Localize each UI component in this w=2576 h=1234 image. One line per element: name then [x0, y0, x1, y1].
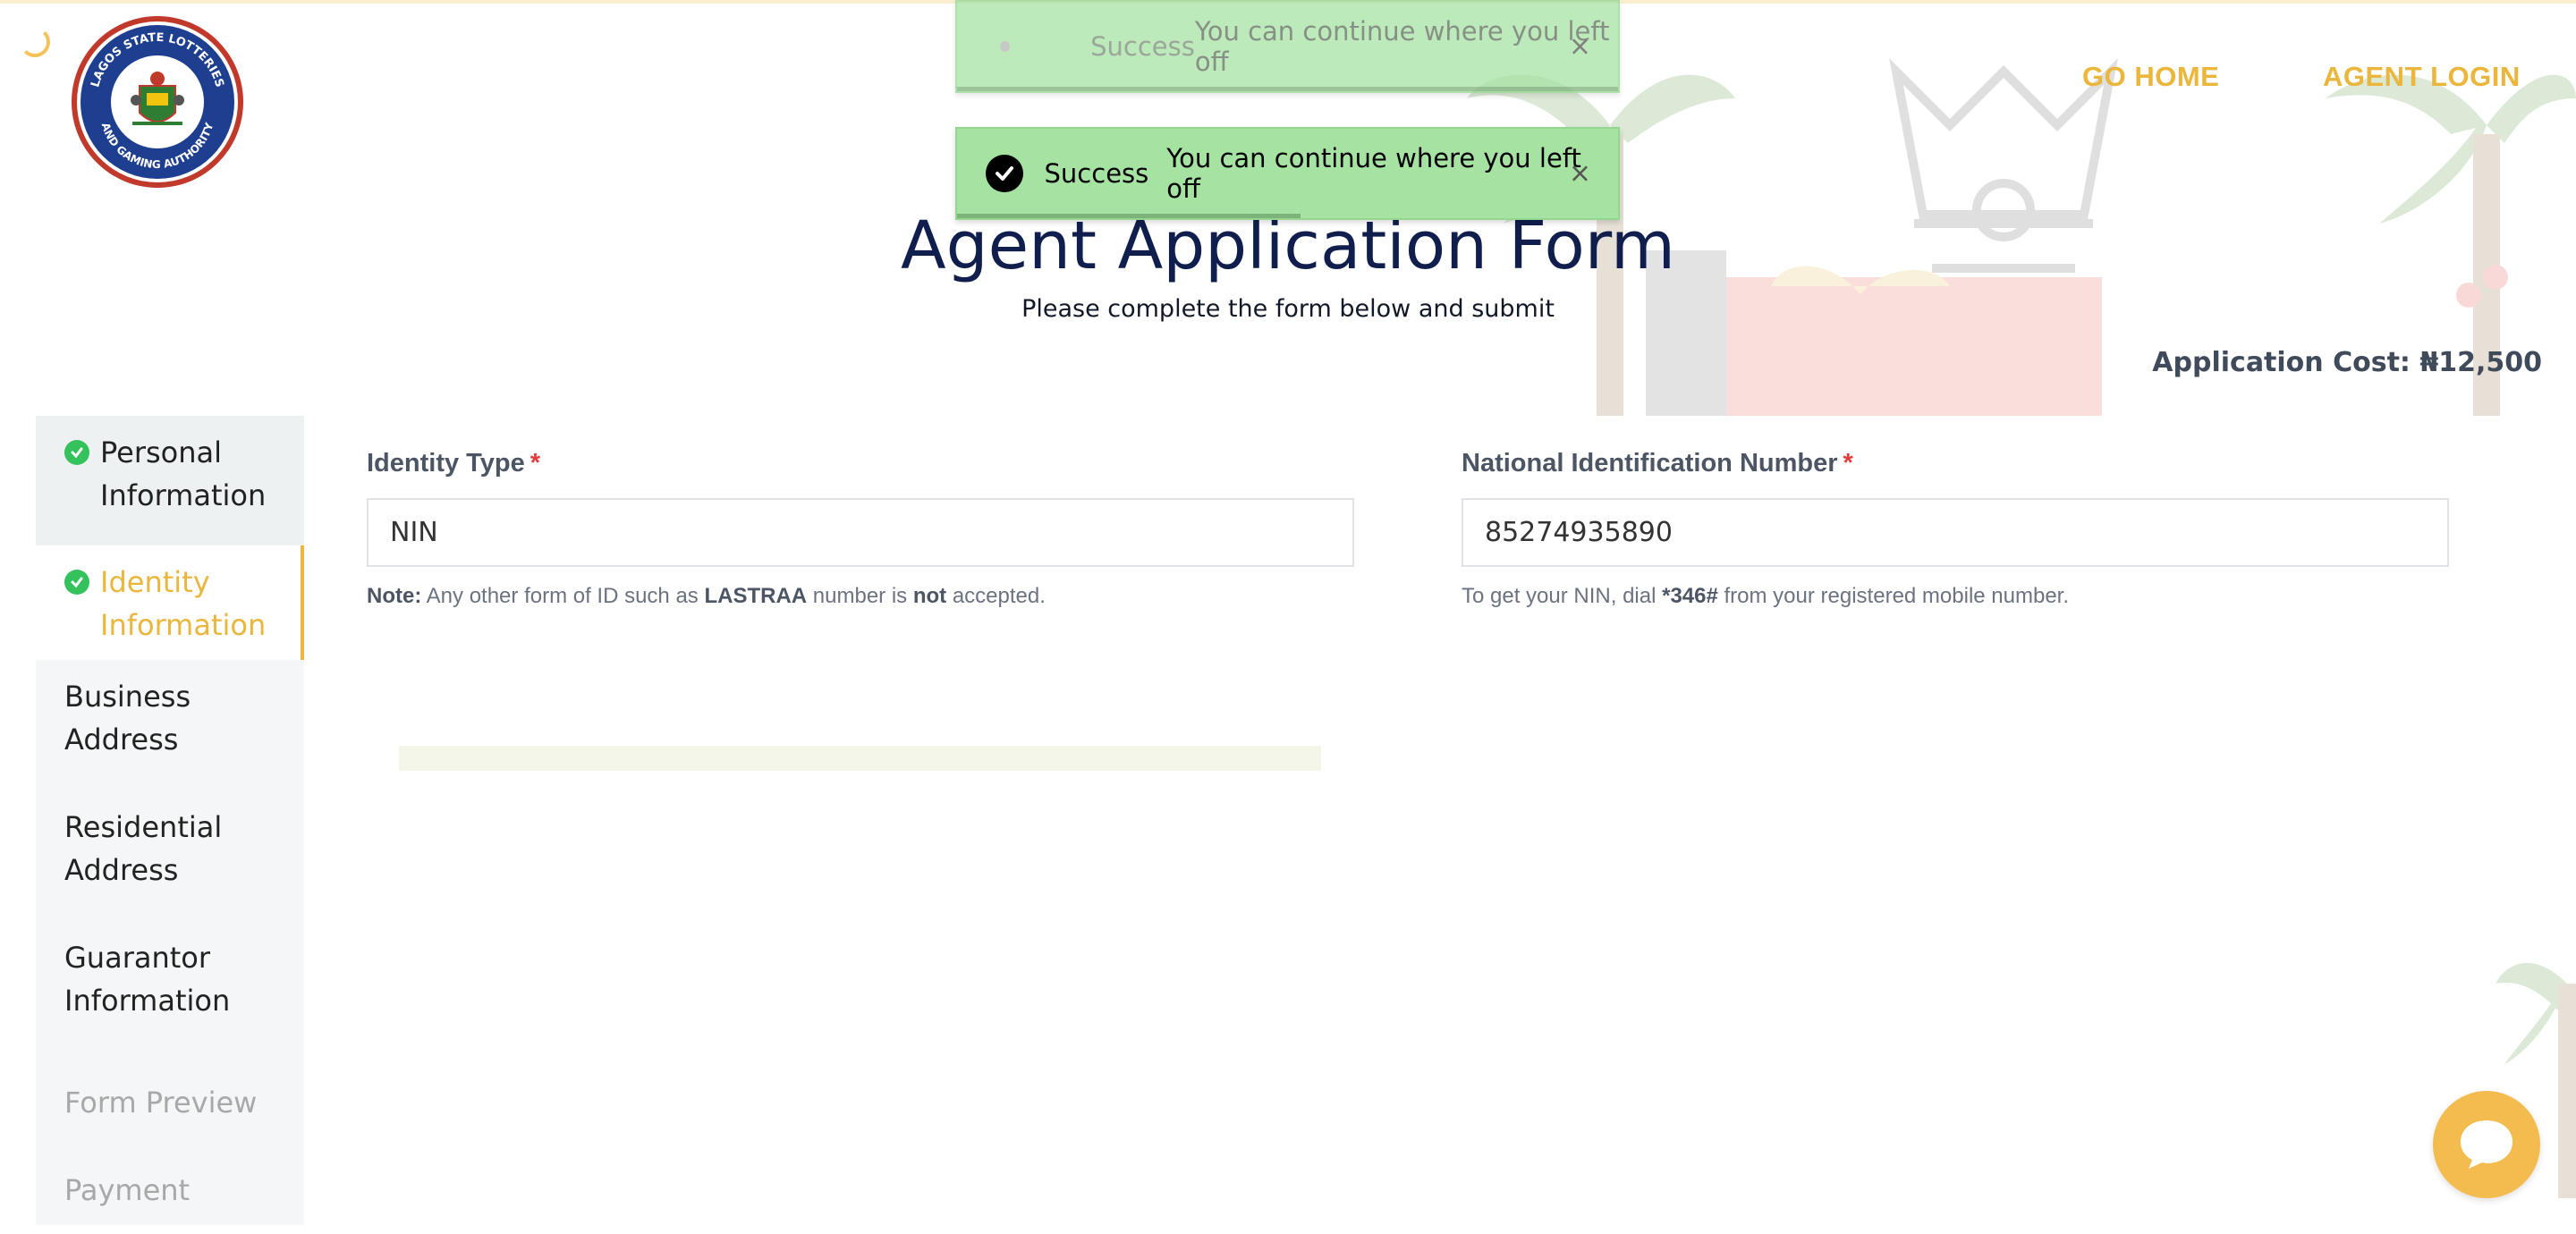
check-circle-icon — [64, 570, 89, 595]
go-home-link[interactable]: GO HOME — [2082, 61, 2219, 93]
step-label: Identity Information — [100, 565, 267, 642]
chat-bubble-icon — [2461, 1120, 2512, 1169]
identity-type-select[interactable] — [367, 498, 1354, 567]
application-steps-sidebar: Personal Information Identity Informatio… — [36, 416, 304, 1225]
check-circle-icon — [986, 155, 1023, 192]
identity-type-note: Note: Any other form of ID such as LASTR… — [367, 584, 1046, 609]
note-text: accepted. — [952, 584, 1046, 608]
chat-widget-button[interactable] — [2433, 1091, 2540, 1198]
note-text: number is — [812, 584, 908, 608]
note-bold: not — [912, 584, 947, 608]
step-identity-information[interactable]: Identity Information — [36, 545, 304, 660]
step-label: Residential Address — [64, 810, 223, 887]
application-cost: Application Cost: ₦12,500 — [2152, 347, 2542, 378]
required-mark: * — [530, 449, 541, 478]
nin-hint: To get your NIN, dial *346# from your re… — [1462, 584, 2069, 609]
loading-spinner-icon — [20, 27, 50, 57]
step-business-address[interactable]: Business Address — [36, 675, 304, 790]
nin-input[interactable] — [1462, 498, 2449, 567]
success-toast-fading: Success You can continue where you left … — [955, 0, 1620, 93]
toast-progress-bar — [957, 214, 1301, 218]
identity-type-label-text: Identity Type — [367, 449, 525, 478]
close-icon[interactable]: × — [1569, 158, 1591, 190]
close-icon[interactable]: × — [1569, 31, 1591, 63]
step-form-preview: Form Preview — [36, 1081, 304, 1135]
step-label: Form Preview — [64, 1086, 258, 1120]
step-residential-address[interactable]: Residential Address — [36, 806, 304, 920]
loading-skeleton-bar — [399, 746, 1321, 771]
agent-login-link[interactable]: AGENT LOGIN — [2323, 61, 2521, 93]
hint-text: from your registered mobile number. — [1724, 584, 2070, 608]
identity-type-label: Identity Type * — [367, 449, 540, 478]
lslga-logo[interactable]: LAGOS STATE LOTTERIES AND GAMING AUTHORI… — [70, 14, 245, 190]
toast-title: Success — [1090, 31, 1195, 62]
step-label: Business Address — [64, 680, 191, 756]
nin-label-text: National Identification Number — [1462, 449, 1838, 478]
step-guarantor-information[interactable]: Guarantor Information — [36, 936, 304, 1051]
step-label: Payment — [64, 1173, 191, 1207]
hint-text: To get your NIN, dial — [1462, 584, 1657, 608]
toast-message: You can continue where you left off — [1194, 16, 1610, 77]
step-payment: Payment — [36, 1169, 304, 1222]
check-circle-icon — [64, 440, 89, 465]
step-label: Guarantor Information — [64, 941, 231, 1018]
note-bold: LASTRAA — [704, 584, 808, 608]
note-text: Any other form of ID such as — [426, 584, 699, 608]
step-label: Personal Information — [100, 435, 267, 512]
toast-icon-placeholder — [1000, 41, 1011, 52]
step-personal-information[interactable]: Personal Information — [36, 416, 304, 545]
page-subtitle: Please complete the form below and submi… — [1021, 295, 1555, 323]
toast-message: You can continue where you left off — [1166, 143, 1581, 204]
success-toast: Success You can continue where you left … — [955, 127, 1620, 220]
nin-label: National Identification Number * — [1462, 449, 1853, 478]
note-prefix: Note: — [367, 584, 422, 608]
toast-title: Success — [1044, 158, 1149, 189]
toast-progress-bar — [957, 87, 1618, 91]
required-mark: * — [1843, 449, 1853, 478]
hint-bold: *346# — [1662, 584, 1718, 608]
